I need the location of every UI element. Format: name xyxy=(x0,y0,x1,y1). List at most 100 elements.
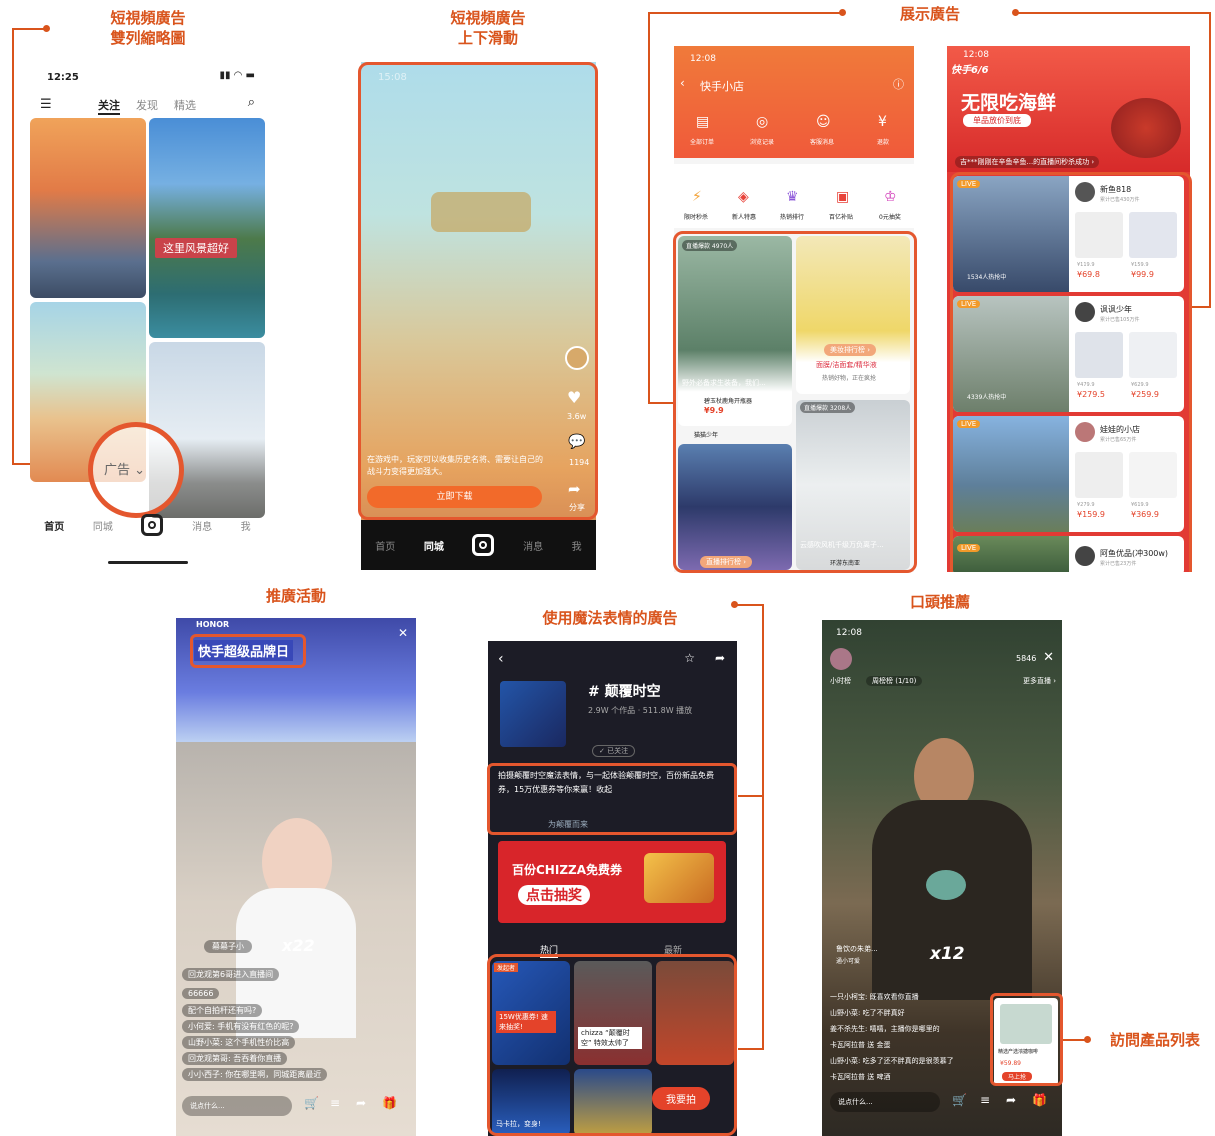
refund-icon[interactable]: ¥ xyxy=(878,114,887,130)
coupon-button[interactable]: 点击抽奖 xyxy=(518,885,590,905)
cart-icon[interactable]: 🛒 xyxy=(304,1096,319,1110)
avatar xyxy=(830,648,852,670)
comment-line: 姜不杀先生: 嘻嘻，主播你是哪里的 xyxy=(830,1025,940,1033)
store-title: 快手小店 xyxy=(700,80,744,93)
menu-icon[interactable]: ☰ xyxy=(40,97,52,112)
gift-icon[interactable]: 🎁 xyxy=(1032,1093,1047,1107)
comment-input[interactable]: 说点什么... xyxy=(182,1096,292,1116)
connector-line xyxy=(648,402,676,404)
host-line: 鲁饮の朱弟... xyxy=(836,945,878,953)
nav-messages[interactable]: 消息 xyxy=(192,518,212,533)
cart-icon[interactable]: 🛒 xyxy=(952,1093,967,1107)
flash-icon[interactable]: ⚡ xyxy=(692,189,702,205)
connector-line xyxy=(12,28,46,30)
nav-local[interactable]: 同城 xyxy=(93,518,113,533)
highlight-frame xyxy=(990,993,1063,1086)
tab-featured[interactable]: 精选 xyxy=(174,97,196,113)
hour-tag: 小时榜 xyxy=(830,677,851,685)
comment-line: 山野小菜: 这个手机性价比高 xyxy=(182,1036,296,1049)
icon-label: 百亿补贴 xyxy=(829,214,854,221)
info-icon[interactable]: ⓘ xyxy=(893,76,904,92)
video-thumb-2[interactable]: 这里风景超好 xyxy=(149,118,265,338)
food-image xyxy=(644,853,714,903)
order-icon[interactable]: ▤ xyxy=(696,114,709,130)
comment-line: 卡瓦阿拉普 送 金蛋 xyxy=(830,1041,891,1049)
gift-icon[interactable]: 🎁 xyxy=(382,1096,397,1110)
share-icon[interactable]: ➦ xyxy=(1006,1093,1016,1107)
gift-count: x22 xyxy=(282,936,315,955)
nav-messages[interactable]: 消息 xyxy=(523,538,543,553)
share-icon[interactable]: ➦ xyxy=(356,1096,366,1110)
follow-button[interactable]: ✓ 已关注 xyxy=(592,745,636,757)
connector-line xyxy=(1209,12,1211,308)
more-icon[interactable]: ≡ xyxy=(330,1096,340,1110)
more-live[interactable]: 更多直播 › xyxy=(1023,676,1056,686)
ad-label-text: 广告 xyxy=(104,463,131,478)
nav-home[interactable]: 首页 xyxy=(44,518,64,533)
icon-label: 限时秒杀 xyxy=(684,214,709,221)
connector-line xyxy=(648,12,650,404)
camera-icon[interactable] xyxy=(141,514,164,536)
host-sub: 通小可爱 xyxy=(836,958,861,965)
viewer-count: 5846 xyxy=(1016,654,1037,663)
back-icon[interactable]: ‹ xyxy=(498,651,504,667)
connector-line xyxy=(12,28,14,464)
coffee-cup xyxy=(926,870,966,900)
comment-line: 回龙观第哥: 吾吞着你直播 xyxy=(182,1052,288,1065)
seafood-image xyxy=(1111,98,1181,158)
star-icon[interactable]: ☆ xyxy=(684,651,695,665)
chat-icon[interactable]: ☺ xyxy=(816,114,831,130)
comment-input[interactable]: 说点什么... xyxy=(830,1092,940,1112)
back-icon[interactable]: ‹ xyxy=(680,76,685,90)
icon-label: 新人特惠 xyxy=(732,214,757,221)
overlay-caption: 这里风景超好 xyxy=(155,238,237,258)
status-time: 12:08 xyxy=(690,54,716,64)
sub-button[interactable]: 单品放价到底 xyxy=(963,114,1031,127)
comment-line: 小小西子: 你在哪里啊，同城距离最近 xyxy=(182,1068,328,1081)
history-icon[interactable]: ◎ xyxy=(756,114,768,130)
icon-label: 浏览记录 xyxy=(750,139,775,146)
connector-line xyxy=(734,604,764,606)
ticker: 吉***刚刚在辛鱼辛鱼...的直播间秒杀成功 › xyxy=(955,156,1100,168)
comment-line: 回龙观第6哥进入直播间 xyxy=(182,968,280,981)
tab-follow[interactable]: 关注 xyxy=(98,97,120,115)
brand-label: 快手6/6 xyxy=(951,65,989,76)
brand-logo: HONOR xyxy=(196,620,230,629)
search-icon[interactable]: ⌕ xyxy=(248,95,255,110)
caption-thumbnail-ad: 短視頻廣告 雙列縮略圖 xyxy=(90,8,206,48)
caption-line: 短視頻廣告 xyxy=(110,9,186,27)
icon-label: 客服消息 xyxy=(810,139,835,146)
connector-line xyxy=(738,795,764,797)
close-icon[interactable]: ✕ xyxy=(398,626,408,640)
share-icon[interactable]: ➦ xyxy=(715,651,725,665)
connector-dot xyxy=(1084,1036,1091,1043)
comment-line: 一只小柯宝: 既喜欢看你直播 xyxy=(830,993,919,1001)
ad-label[interactable]: 广告 ⌄ xyxy=(104,459,145,478)
chevron-down-icon: ⌄ xyxy=(134,463,146,478)
lottery-icon[interactable]: ♔ xyxy=(884,189,897,205)
nav-local[interactable]: 同城 xyxy=(424,538,444,553)
host-body xyxy=(872,800,1032,1000)
close-icon[interactable]: ✕ xyxy=(1043,650,1054,665)
more-icon[interactable]: ≡ xyxy=(980,1093,990,1107)
nav-home[interactable]: 首页 xyxy=(375,538,395,553)
host-name: 幕幕子小 xyxy=(204,940,252,953)
comment-line: 卡瓦阿拉普 送 啤酒 xyxy=(830,1073,891,1081)
signal-icon: ▮▮ ◠ ▬ xyxy=(219,70,255,81)
camera-icon[interactable] xyxy=(472,534,495,556)
comment-line: 配个自拍杆还有吗? xyxy=(182,1004,263,1017)
nav-me[interactable]: 我 xyxy=(241,518,251,533)
nav-me[interactable]: 我 xyxy=(572,538,582,553)
rank-icon[interactable]: ♛ xyxy=(786,189,799,205)
highlight-frame xyxy=(487,763,737,835)
gift-count: x12 xyxy=(930,944,965,964)
caption-product-list: 訪問產品列表 xyxy=(1109,1031,1200,1049)
gift-icon[interactable]: ◈ xyxy=(738,189,749,205)
rank-tag[interactable]: 周榜榜 (1/10) xyxy=(866,676,923,686)
highlight-frame xyxy=(950,172,1192,572)
tab-discover[interactable]: 发现 xyxy=(136,97,158,113)
topic-cover xyxy=(500,681,566,747)
video-thumb-1[interactable] xyxy=(30,118,146,298)
subsidy-icon[interactable]: ▣ xyxy=(836,189,849,205)
status-time: 12:08 xyxy=(963,50,989,60)
